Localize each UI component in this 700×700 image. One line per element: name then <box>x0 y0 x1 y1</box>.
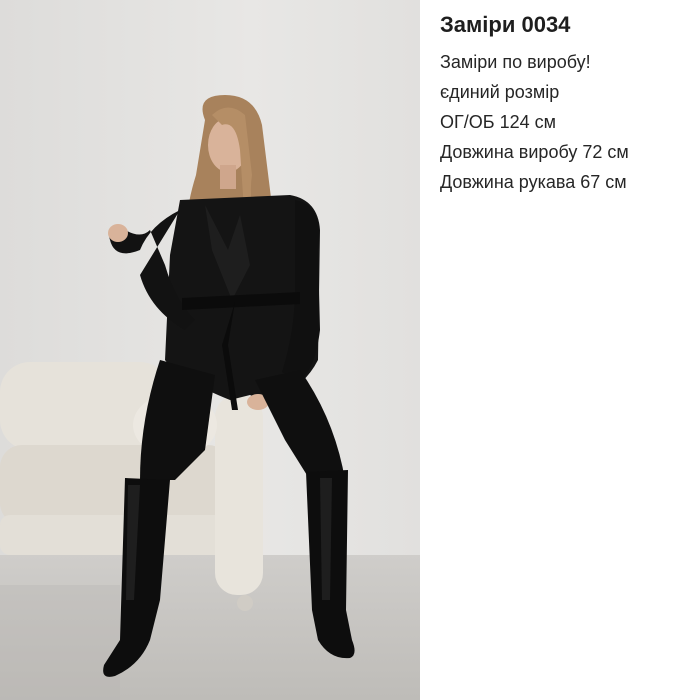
size-info: єдиний розмір <box>440 82 560 102</box>
measurements-panel: Заміри 0034 Заміри по виробу! єдиний роз… <box>420 0 700 700</box>
product-photo <box>0 0 420 700</box>
product-length: Довжина виробу 72 см <box>440 142 629 162</box>
measurement-note: Заміри по виробу! <box>440 52 591 72</box>
sleeve-length: Довжина рукава 67 см <box>440 172 627 192</box>
product-title: Заміри 0034 <box>440 12 571 37</box>
bust-hip-measurement: ОГ/ОБ 124 см <box>440 112 556 132</box>
